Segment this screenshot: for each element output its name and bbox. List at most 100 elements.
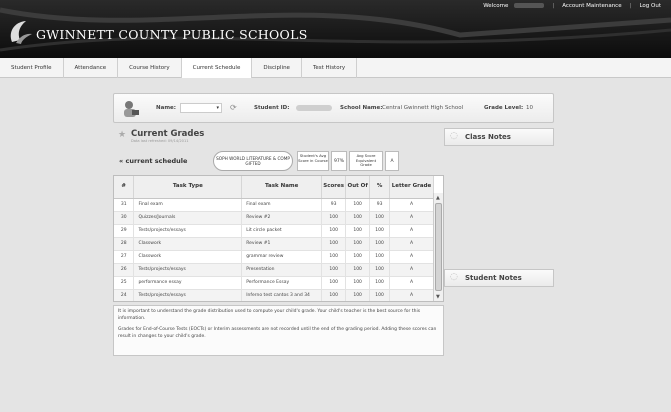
letter-grade-label: Avg Score Equivalent Grade — [349, 151, 383, 171]
cell-number: 24 — [114, 289, 135, 301]
cell-score: 100 — [321, 250, 347, 264]
cell-task-name: Inferno test cantos 3 and 34 — [241, 289, 323, 301]
account-maintenance-link[interactable]: Account Maintenance — [558, 3, 625, 9]
cell-score: 100 — [321, 263, 347, 277]
current-grades-title: Current Grades — [131, 129, 205, 139]
cell-task-type: Classwork — [133, 250, 243, 264]
cell-task-type: Tests/projects/essays — [133, 224, 243, 238]
grades-table: # Task Type Task Name Scores Out Of % Le… — [113, 175, 444, 302]
student-icon — [124, 101, 139, 117]
current-schedule-link[interactable]: « current schedule — [119, 157, 187, 165]
cell-out-of: 100 — [345, 224, 371, 238]
student-notes-panel[interactable]: ◌ Student Notes — [444, 269, 554, 287]
cell-score: 93 — [321, 198, 347, 212]
cell-number: 30 — [114, 211, 135, 225]
cell-task-name: Final exam — [241, 198, 323, 212]
school-name-label: School Name: — [340, 105, 383, 111]
scroll-up-icon[interactable]: ▲ — [436, 195, 440, 201]
scroll-down-icon[interactable]: ▼ — [436, 294, 440, 300]
student-notes-title: Student Notes — [465, 274, 522, 282]
cell-percent: 100 — [369, 250, 391, 264]
col-header-task-name: Task Name — [241, 176, 323, 199]
disclaimer-text-1: It is important to understand the grade … — [118, 309, 421, 321]
cell-percent: 100 — [369, 237, 391, 251]
cell-task-type: Quizzes/Journals — [133, 211, 243, 225]
student-id-redacted — [296, 105, 332, 111]
top-links: Welcome | Account Maintenance | Log Out — [475, 0, 665, 12]
cell-percent: 100 — [369, 263, 391, 277]
class-notes-title: Class Notes — [465, 133, 511, 141]
letter-grade-value: A — [385, 151, 399, 171]
col-header-out-of: Out Of — [345, 176, 371, 199]
cell-letter-grade: A — [389, 250, 434, 264]
cell-number: 27 — [114, 250, 135, 264]
table-row: 24 Tests/projects/essays Inferno test ca… — [114, 289, 434, 301]
star-icon: ★ — [118, 130, 127, 140]
cell-out-of: 100 — [345, 289, 371, 301]
tab-attendance[interactable]: Attendance — [64, 58, 119, 78]
logout-link[interactable]: Log Out — [635, 3, 665, 9]
table-row: 28 Classwork Review #1 100 100 100 A — [114, 237, 434, 251]
school-logo-icon — [10, 21, 32, 44]
class-notes-panel[interactable]: ◌ Class Notes — [444, 128, 554, 146]
school-name-value: Central Gwinnett High School — [382, 105, 464, 111]
col-header-scores: Scores — [321, 176, 347, 199]
table-scrollbar[interactable]: ▲ ▼ — [433, 193, 443, 301]
table-row: 31 Final exam Final exam 93 100 93 A — [114, 198, 434, 212]
name-label: Name: — [156, 105, 176, 111]
tab-student-profile[interactable]: Student Profile — [0, 58, 64, 78]
refresh-icon[interactable]: ⟳ — [230, 103, 237, 112]
scroll-thumb[interactable] — [435, 203, 442, 291]
grade-level-label: Grade Level: — [484, 105, 524, 111]
table-row: 27 Classwork grammar review 100 100 100 … — [114, 250, 434, 264]
cell-letter-grade: A — [389, 237, 434, 251]
cell-score: 100 — [321, 289, 347, 301]
student-info-bar: Name: ▾ ⟳ Student ID: School Name: Centr… — [113, 93, 554, 123]
cell-task-name: Performance Essay — [241, 276, 323, 290]
link-separator: | — [629, 3, 632, 9]
tab-test-history[interactable]: Test History — [302, 58, 358, 78]
link-separator: | — [552, 3, 555, 9]
col-header-percent: % — [369, 176, 391, 199]
cell-score: 100 — [321, 276, 347, 290]
disclaimer-text-2: Grades for End-of-Course Tests (EOCTs) o… — [118, 327, 437, 339]
cell-score: 100 — [321, 224, 347, 238]
header-bar: GWINNETT COUNTY PUBLIC SCHOOLS Welcome |… — [0, 0, 671, 58]
col-header-number: # — [114, 176, 135, 199]
cell-percent: 100 — [369, 289, 391, 301]
welcome-text: Welcome — [475, 3, 548, 9]
cell-percent: 93 — [369, 198, 391, 212]
cell-letter-grade: A — [389, 198, 434, 212]
table-row: 25 performance essay Performance Essay 1… — [114, 276, 434, 290]
cell-score: 100 — [321, 211, 347, 225]
cell-task-type: Final exam — [133, 198, 243, 212]
cell-letter-grade: A — [389, 224, 434, 238]
notes-icon: ◌ — [450, 272, 458, 282]
cell-score: 100 — [321, 237, 347, 251]
cell-out-of: 100 — [345, 276, 371, 290]
cell-task-name: Lit circle packet — [241, 224, 323, 238]
cell-letter-grade: A — [389, 289, 434, 301]
cell-number: 29 — [114, 224, 135, 238]
student-name-select[interactable]: ▾ — [180, 103, 222, 113]
cell-task-type: Classwork — [133, 237, 243, 251]
cell-letter-grade: A — [389, 211, 434, 225]
col-header-task-type: Task Type — [133, 176, 243, 199]
tab-current-schedule[interactable]: Current Schedule — [181, 58, 253, 78]
cell-number: 25 — [114, 276, 135, 290]
tab-course-history[interactable]: Course History — [118, 58, 182, 78]
avg-score-value: 97% — [331, 151, 347, 171]
course-name-badge: SOPH WORLD LITERATURE & COMP GIFTED — [213, 151, 293, 171]
cell-letter-grade: A — [389, 263, 434, 277]
table-row: 26 Tests/projects/essays Presentation 10… — [114, 263, 434, 277]
school-title: GWINNETT COUNTY PUBLIC SCHOOLS — [36, 27, 308, 42]
table-row: 29 Tests/projects/essays Lit circle pack… — [114, 224, 434, 238]
cell-out-of: 100 — [345, 263, 371, 277]
cell-out-of: 100 — [345, 198, 371, 212]
tab-discipline[interactable]: Discipline — [252, 58, 302, 78]
cell-task-name: Review #1 — [241, 237, 323, 251]
user-name-redacted — [514, 3, 545, 8]
col-header-letter-grade: Letter Grade — [389, 176, 434, 199]
cell-task-type: Tests/projects/essays — [133, 263, 243, 277]
student-id-label: Student ID: — [254, 105, 290, 111]
